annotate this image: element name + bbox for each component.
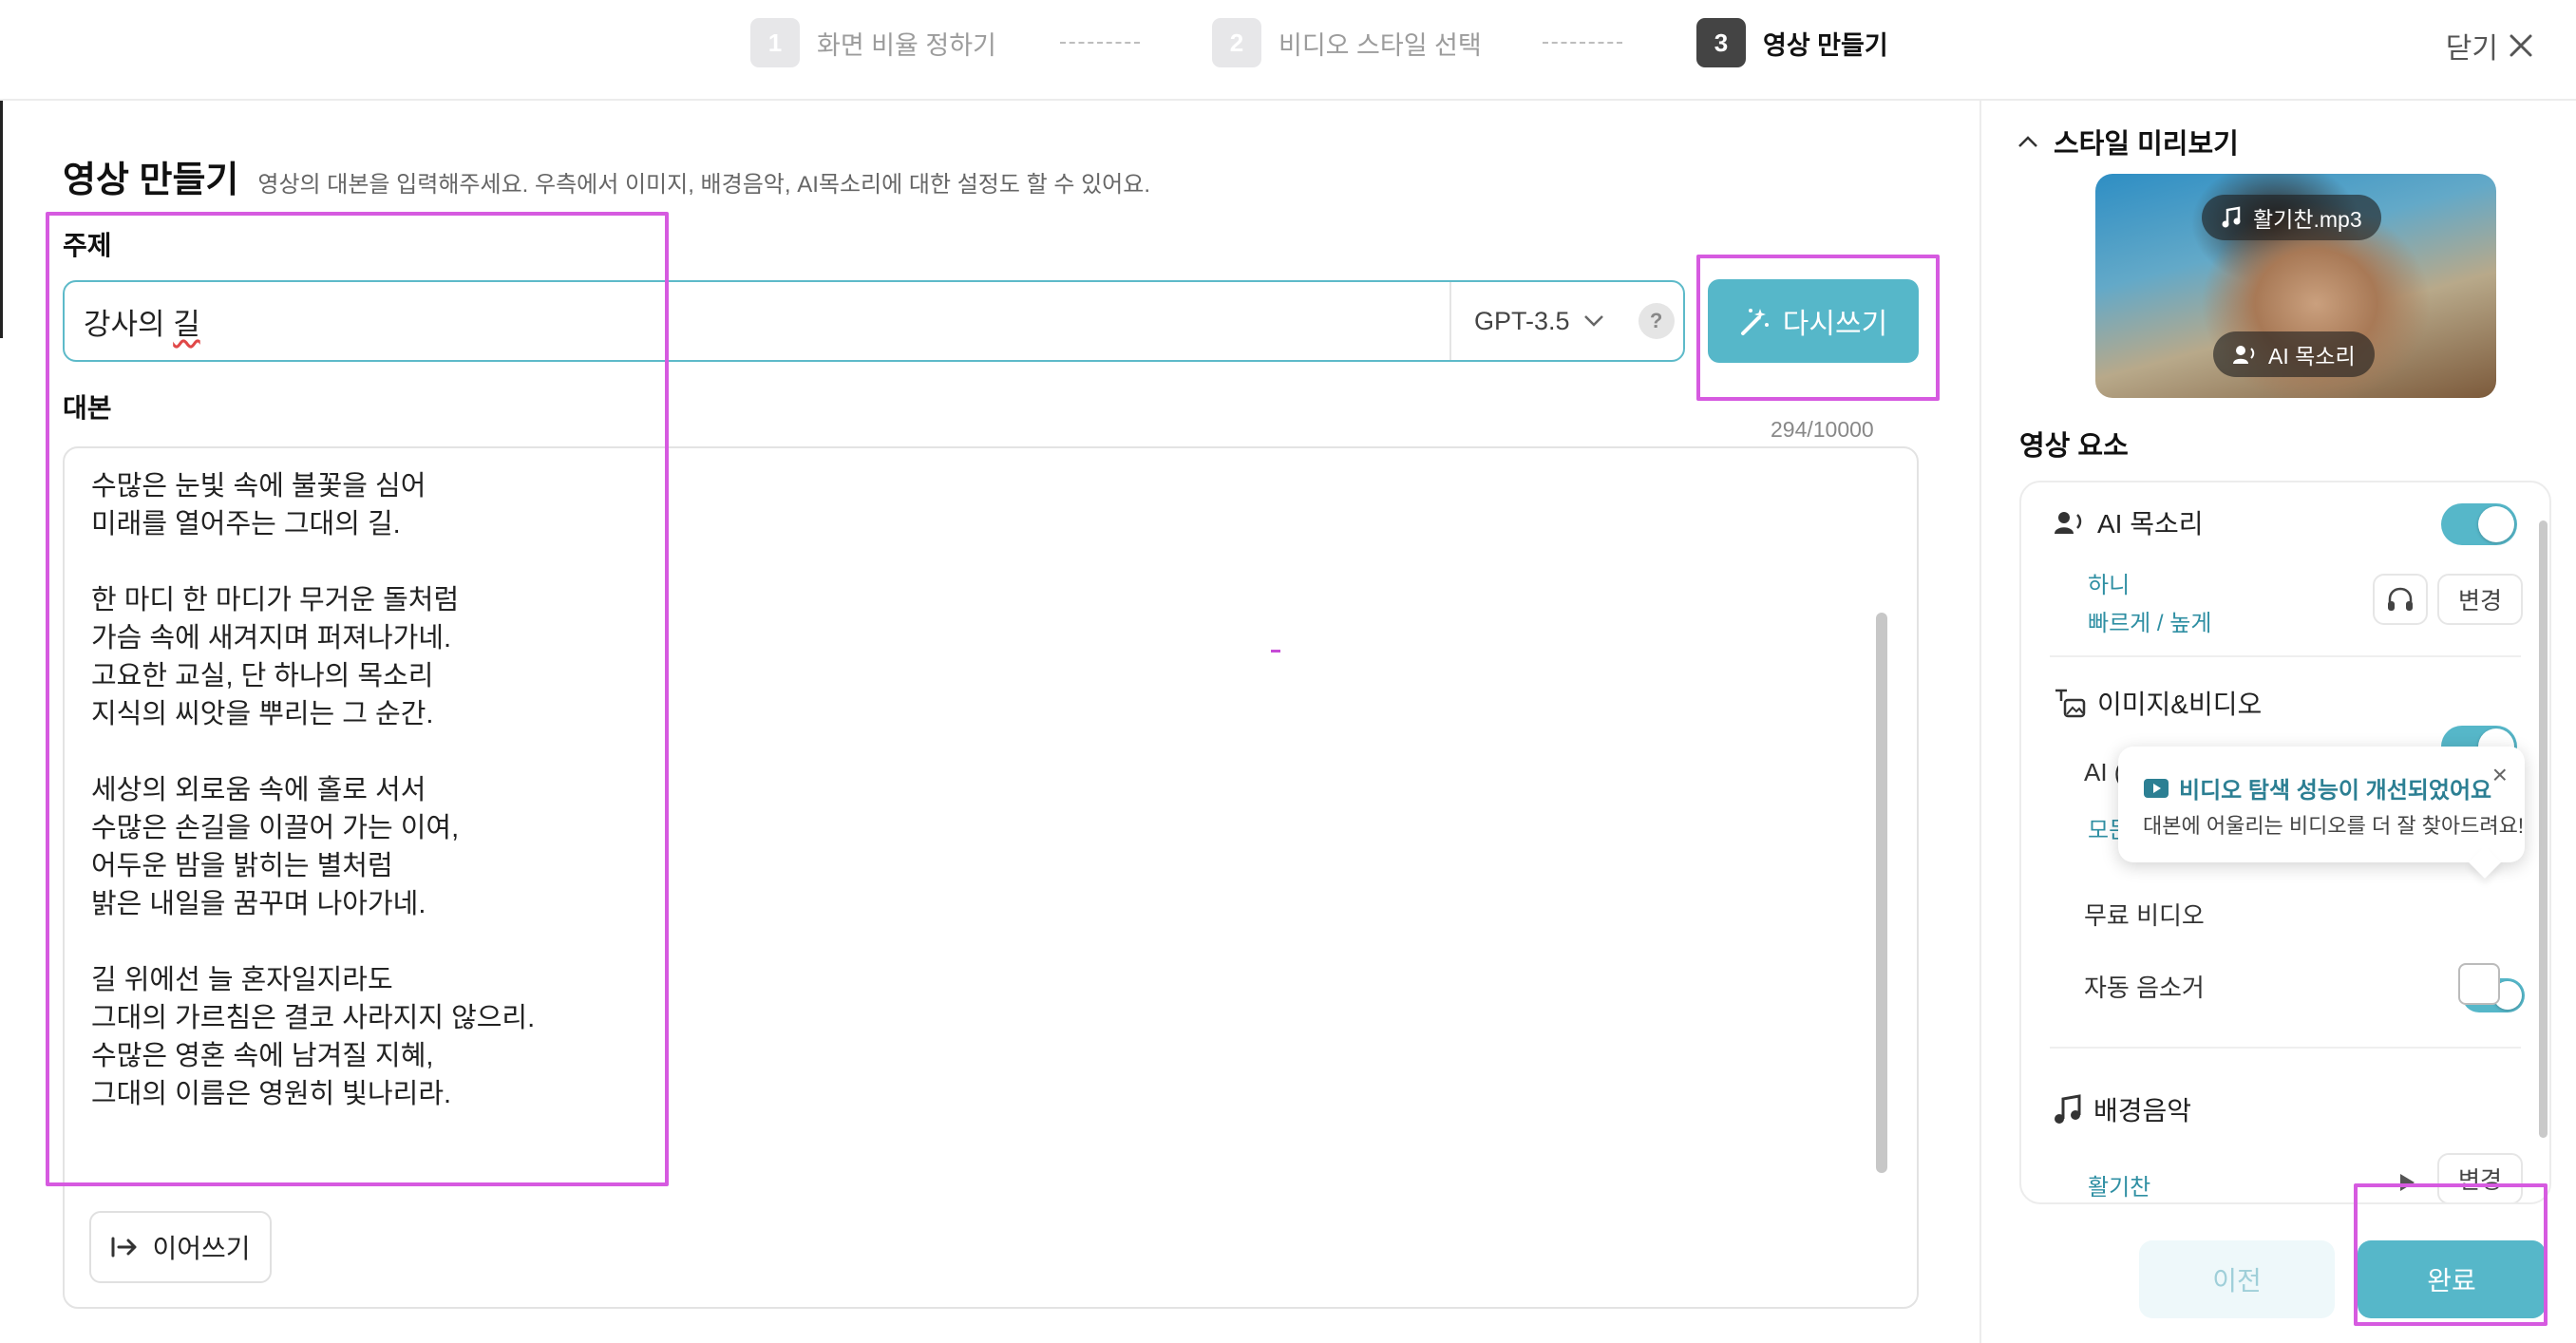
page-header: 영상 만들기 영상의 대본을 입력해주세요. 우측에서 이미지, 배경음악, A… bbox=[63, 150, 1150, 202]
model-select[interactable]: GPT-3.5 ? bbox=[1449, 282, 1683, 360]
tooltip-body: 대본에 어울리는 비디오를 더 잘 찾아드려요! bbox=[2143, 814, 2524, 838]
step-1-label: 화면 비율 정하기 bbox=[817, 30, 996, 60]
script-scrollbar[interactable] bbox=[1876, 613, 1887, 1173]
video-play-icon bbox=[2144, 778, 2169, 798]
step-2-label: 비디오 스타일 선택 bbox=[1279, 30, 1482, 60]
voice-change-button[interactable]: 변경 bbox=[2437, 574, 2523, 625]
topic-label: 주제 bbox=[63, 231, 112, 260]
auto-mute-label: 자동 음소거 bbox=[2084, 974, 2205, 1002]
page-subtitle: 영상의 대본을 입력해주세요. 우측에서 이미지, 배경음악, AI목소리에 대… bbox=[257, 172, 1151, 198]
topic-text: 강사의 bbox=[84, 307, 174, 341]
cursor-mark bbox=[1271, 650, 1280, 653]
elements-scrollbar[interactable] bbox=[2539, 520, 2548, 1138]
free-video-label: 무료 비디오 bbox=[2084, 901, 2205, 930]
rewrite-button[interactable]: 다시쓰기 bbox=[1708, 279, 1919, 363]
tooltip-title: 비디오 탐색 성능이 개선되었어요 bbox=[2179, 778, 2492, 804]
continue-writing-button[interactable]: 이어쓰기 bbox=[89, 1211, 272, 1283]
script-label: 대본 bbox=[63, 393, 112, 423]
auto-mute-checkbox[interactable] bbox=[2458, 963, 2500, 1005]
preview-title: 스타일 미리보기 bbox=[2054, 129, 2239, 160]
prev-button[interactable]: 이전 bbox=[2139, 1240, 2335, 1318]
music-chip-label: 활기찬.mp3 bbox=[2253, 207, 2362, 232]
step-1[interactable]: 1 화면 비율 정하기 bbox=[750, 18, 996, 67]
step-3-label: 영상 만들기 bbox=[1763, 30, 1888, 60]
page-title: 영상 만들기 bbox=[63, 161, 239, 200]
done-button[interactable]: 완료 bbox=[2358, 1240, 2546, 1318]
voice-section-title: AI 목소리 bbox=[2054, 503, 2204, 541]
music-note-icon bbox=[2055, 1094, 2081, 1124]
voice-name[interactable]: 하니 bbox=[2088, 566, 2130, 599]
voice-chip-label: AI 목소리 bbox=[2268, 344, 2356, 369]
voice-title: AI 목소리 bbox=[2097, 509, 2204, 539]
tooltip-close-icon[interactable]: × bbox=[2492, 760, 2508, 790]
step-1-number: 1 bbox=[750, 18, 800, 67]
close-label: 닫기 bbox=[2445, 33, 2498, 65]
continue-label: 이어쓰기 bbox=[152, 1234, 251, 1263]
elements-title: 영상 요소 bbox=[2019, 431, 2129, 462]
step-3-number: 3 bbox=[1696, 18, 1746, 67]
topic-misspelled-word: 길 bbox=[173, 307, 200, 341]
style-preview-image: 활기찬.mp3 AI 목소리 bbox=[2095, 174, 2496, 398]
step-2-number: 2 bbox=[1212, 18, 1261, 67]
help-icon[interactable]: ? bbox=[1638, 303, 1675, 339]
listen-button[interactable] bbox=[2373, 574, 2428, 625]
step-separator bbox=[1543, 42, 1622, 44]
voice-chip: AI 목소리 bbox=[2213, 331, 2375, 377]
voice-settings[interactable]: 빠르게 / 높게 bbox=[2088, 604, 2211, 637]
topic-value[interactable]: 강사의 길 bbox=[65, 300, 1449, 343]
image-video-title: 이미지&비디오 bbox=[2097, 690, 2263, 719]
divider bbox=[2050, 1047, 2521, 1049]
script-text[interactable]: 수많은 눈빛 속에 불꽃을 심어 미래를 열어주는 그대의 길. 한 마디 한 … bbox=[91, 467, 535, 1113]
model-value: GPT-3.5 bbox=[1474, 306, 1570, 335]
step-2[interactable]: 2 비디오 스타일 선택 bbox=[1212, 18, 1482, 67]
close-icon bbox=[2510, 34, 2532, 57]
topic-input[interactable]: 강사의 길 GPT-3.5 ? bbox=[63, 280, 1685, 362]
music-title: 배경음악 bbox=[2093, 1096, 2192, 1125]
char-counter: 294/10000 bbox=[1771, 417, 1874, 442]
preview-toggle[interactable]: 스타일 미리보기 bbox=[2017, 122, 2239, 161]
music-change-button[interactable]: 변경 bbox=[2437, 1153, 2523, 1202]
ai-partial-label: AI ( bbox=[2084, 758, 2123, 786]
chevron-up-icon bbox=[2018, 136, 2037, 147]
tooltip-title-row: 비디오 탐색 성능이 개선되었어요 bbox=[2143, 771, 2491, 804]
magic-wand-icon bbox=[1740, 309, 1769, 335]
step-separator bbox=[1060, 42, 1140, 44]
music-chip: 활기찬.mp3 bbox=[2202, 195, 2381, 240]
close-button[interactable]: 닫기 bbox=[2446, 25, 2534, 66]
image-text-icon bbox=[2055, 689, 2086, 718]
headphones-icon bbox=[2388, 587, 2413, 611]
voice-icon bbox=[2233, 346, 2255, 364]
voice-icon bbox=[2055, 512, 2082, 534]
play-icon[interactable] bbox=[2397, 1172, 2416, 1198]
tooltip-popup: 비디오 탐색 성능이 개선되었어요 대본에 어울리는 비디오를 더 잘 찾아드려… bbox=[2118, 747, 2525, 862]
image-video-section-title: 이미지&비디오 bbox=[2054, 684, 2262, 722]
chevron-down-icon bbox=[1583, 315, 1603, 327]
divider bbox=[2050, 655, 2521, 657]
music-note-icon bbox=[2222, 206, 2241, 228]
step-3[interactable]: 3 영상 만들기 bbox=[1696, 18, 1888, 67]
music-section-title: 배경음악 bbox=[2054, 1090, 2191, 1128]
arrow-right-bar-icon bbox=[111, 1237, 137, 1258]
voice-toggle[interactable] bbox=[2441, 503, 2517, 545]
music-name[interactable]: 활기찬 bbox=[2088, 1168, 2150, 1201]
rewrite-label: 다시쓰기 bbox=[1782, 309, 1888, 340]
